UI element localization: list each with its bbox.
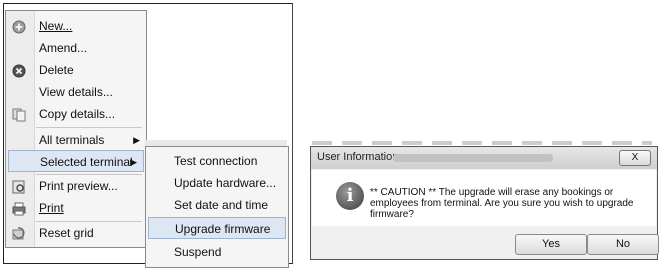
dialog-titlebar[interactable]: User Information X (311, 147, 657, 169)
dialog-message: ** CAUTION ** The upgrade will erase any… (370, 187, 634, 220)
info-icon: i (336, 182, 364, 210)
menu-item-label: Print preview... (39, 179, 118, 193)
menu-item-view-details[interactable]: View details... (6, 81, 146, 103)
submenu-arrow-icon: ▶ (133, 135, 140, 145)
menu-item-selected-terminal[interactable]: Selected terminal ▶ (8, 150, 144, 172)
menu-item-print-preview[interactable]: Print preview... (6, 175, 146, 197)
menu-item-print[interactable]: Print (6, 197, 146, 219)
submenu-item-upgrade-firmware[interactable]: Upgrade firmware (148, 217, 286, 239)
menu-item-copy-details[interactable]: Copy details... (6, 103, 146, 125)
menu-separator (36, 127, 142, 128)
submenu-item-set-date-time[interactable]: Set date and time (146, 194, 288, 216)
menu-item-label: View details... (39, 85, 113, 99)
menu-item-all-terminals[interactable]: All terminals ▶ (6, 129, 146, 151)
menu-item-new[interactable]: New... (6, 15, 146, 37)
submenu-item-label: Set date and time (174, 198, 269, 212)
submenu-item-label: Update hardware... (174, 176, 277, 190)
yes-button[interactable]: Yes (515, 234, 587, 255)
menu-item-reset-grid[interactable]: Reset grid (6, 222, 146, 244)
menu-item-label: New... (39, 19, 73, 33)
dialog-body: i ** CAUTION ** The upgrade will erase a… (312, 170, 656, 226)
plus-circle-icon (12, 19, 26, 34)
submenu-item-label: Test connection (174, 154, 258, 168)
menu-item-amend[interactable]: Amend... (6, 37, 146, 59)
submenu-item-suspend[interactable]: Suspend (146, 241, 288, 263)
submenu-item-label: Suspend (174, 245, 222, 259)
menu-item-label: Print (39, 201, 64, 215)
menu-item-label: All terminals (39, 133, 105, 147)
x-circle-icon (12, 63, 26, 78)
reset-grid-icon (12, 226, 26, 240)
submenu-item-label: Upgrade firmware (175, 222, 271, 236)
dialog-title: User Information (317, 151, 399, 163)
submenu-arrow-icon: ▶ (130, 157, 137, 167)
user-information-dialog: User Information X i ** CAUTION ** The u… (310, 146, 659, 260)
menu-item-label: Selected terminal (40, 155, 133, 169)
menu-item-label: Amend... (39, 41, 88, 55)
menu-item-delete[interactable]: Delete (6, 59, 146, 81)
submenu-selected-terminal: Test connection Update hardware... Set d… (145, 146, 289, 268)
menu-item-label: Delete (39, 63, 74, 77)
submenu-item-update-hardware[interactable]: Update hardware... (146, 172, 288, 194)
blurred-title-text (393, 154, 553, 162)
copy-icon (12, 107, 26, 122)
close-button[interactable]: X (619, 150, 651, 166)
printer-icon (12, 201, 26, 216)
context-menu: New... Amend... Delete View details... C… (5, 10, 147, 248)
print-preview-icon (12, 179, 26, 194)
submenu-item-test-connection[interactable]: Test connection (146, 150, 288, 172)
no-button[interactable]: No (587, 234, 659, 255)
background-grid-lines (312, 141, 652, 145)
menu-item-label: Copy details... (39, 107, 116, 121)
menu-item-label: Reset grid (39, 226, 94, 240)
